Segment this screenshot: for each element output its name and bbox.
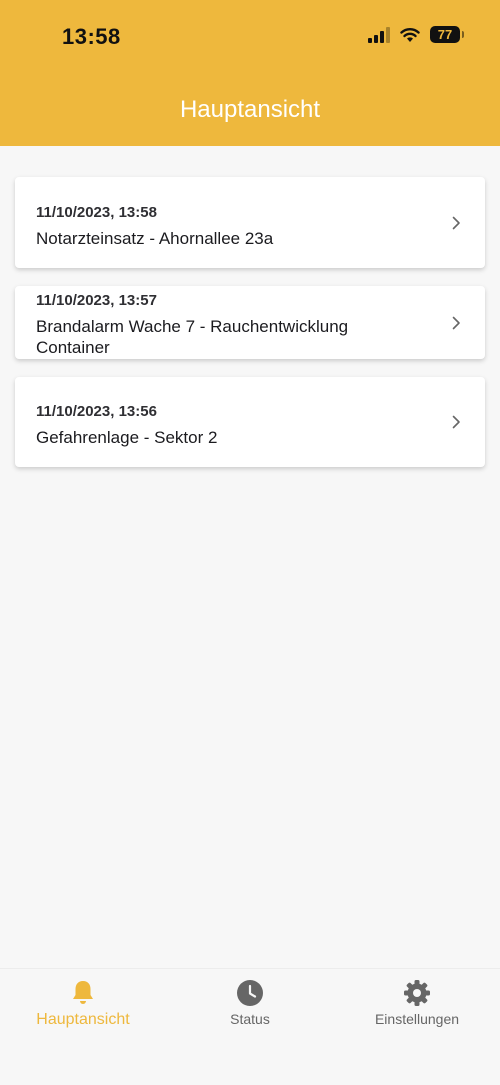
bell-icon <box>73 981 93 1004</box>
tab-hauptansicht[interactable]: Hauptansicht <box>0 979 166 1029</box>
gear-icon <box>404 980 430 1006</box>
alert-title: Gefahrenlage - Sektor 2 <box>36 428 218 447</box>
clock-icon <box>237 980 263 1006</box>
battery-icon: 77 <box>430 26 464 43</box>
chevron-right-icon <box>452 316 460 329</box>
wifi-icon <box>400 27 420 42</box>
page-title: Hauptansicht <box>179 96 321 123</box>
signal-icon <box>368 26 390 43</box>
alert-card[interactable]: 11/10/2023, 13:56 Gefahrenlage - Sektor … <box>15 377 485 467</box>
bottom-tab-bar: Hauptansicht Status Einstellungen <box>0 968 500 1085</box>
tab-label: Status <box>230 1011 270 1027</box>
tab-label: Hauptansicht <box>36 1011 130 1028</box>
app-header: 13:58 77 Hauptansicht <box>0 0 500 146</box>
tab-status[interactable]: Status <box>167 979 333 1027</box>
status-icons: 77 <box>368 26 464 43</box>
alert-card[interactable]: 11/10/2023, 13:58 Notarzteinsatz - Ahorn… <box>15 177 485 268</box>
tab-einstellungen[interactable]: Einstellungen <box>334 979 500 1027</box>
battery-level: 77 <box>437 27 453 42</box>
alert-card[interactable]: 11/10/2023, 13:57 Brandalarm Wache 7 - R… <box>15 286 485 359</box>
status-time: 13:58 <box>62 24 121 49</box>
alert-title: Brandalarm Wache 7 - Rauchentwicklung Co… <box>36 317 349 357</box>
chevron-right-icon <box>452 415 460 429</box>
alert-title: Notarzteinsatz - Ahornallee 23a <box>36 229 274 248</box>
tab-label: Einstellungen <box>374 1011 460 1027</box>
alert-date: 11/10/2023, 13:57 <box>36 292 157 309</box>
alert-date: 11/10/2023, 13:56 <box>36 403 157 420</box>
chevron-right-icon <box>452 216 460 229</box>
alert-date: 11/10/2023, 13:58 <box>36 204 157 221</box>
